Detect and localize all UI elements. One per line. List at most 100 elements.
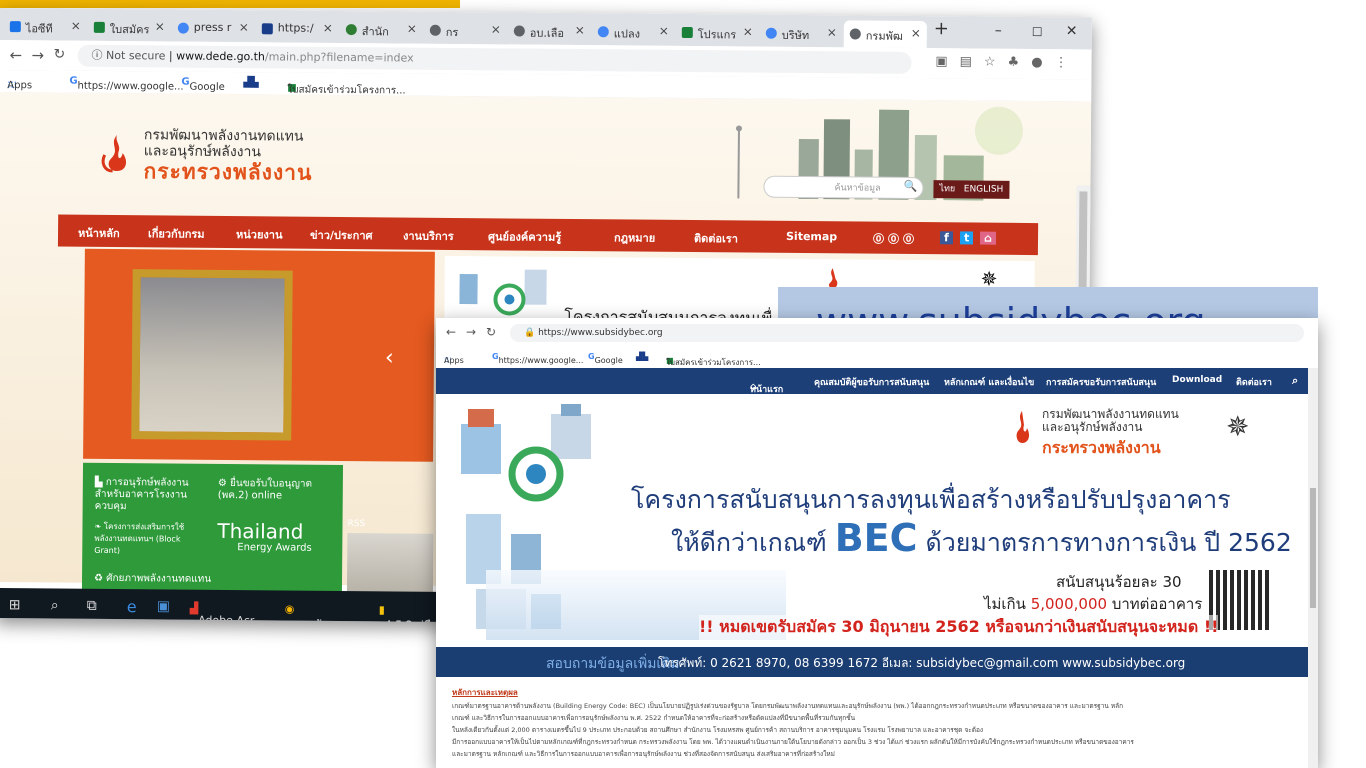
browser-tab[interactable]: กร ×	[424, 17, 507, 45]
lang-english[interactable]: ENGLISH	[964, 184, 1004, 194]
close-icon[interactable]: ×	[827, 25, 837, 39]
font-size-buttons[interactable]: ⓪⓪⓪	[873, 231, 918, 247]
browser-tab[interactable]: press r ×	[172, 15, 255, 43]
taskbar-chrome[interactable]: ◉ กรมพัฒนาพ...	[285, 603, 363, 628]
task-view-icon[interactable]: ⧉	[87, 598, 97, 614]
nav-agencies[interactable]: หน่วยงาน	[236, 225, 283, 243]
forward-arrow-icon[interactable]: →	[466, 325, 476, 339]
nav-sitemap[interactable]: Sitemap	[786, 230, 837, 243]
browser-tab[interactable]: สำนัก ×	[340, 16, 423, 44]
close-icon[interactable]: ×	[155, 19, 165, 33]
reload-icon[interactable]: ↻	[54, 46, 66, 62]
tile-renewable-potential[interactable]: ♻ ศักยภาพพลังงานทดแทน	[94, 573, 214, 586]
taskbar-acrobat[interactable]: ▟ Adobe Acr...	[190, 602, 264, 628]
carousel-prev-icon[interactable]: ‹	[385, 345, 394, 370]
close-icon[interactable]: ×	[575, 23, 585, 37]
lock-icon: 🔒	[524, 328, 536, 338]
back-arrow-icon[interactable]: ←	[10, 46, 23, 64]
nav-about[interactable]: เกี่ยวกับกรม	[148, 224, 205, 242]
bookmark-item[interactable]: G Google	[588, 352, 623, 365]
close-icon[interactable]: ×	[323, 21, 333, 35]
bookmark-label: Google	[594, 356, 623, 365]
windows-start-icon[interactable]: ⊞	[9, 597, 21, 613]
paragraph-line: และมาตรฐาน หลักเกณฑ์ และวิธีการในการออกแ…	[452, 750, 835, 758]
url-bar[interactable]: 🔒 https://www.subsidybec.org	[510, 324, 1304, 342]
nav-qualifications[interactable]: คุณสมบัติผู้ขอรับการสนับสนุน	[814, 375, 929, 389]
nav-download[interactable]: Download	[1172, 375, 1222, 385]
bookmark-item[interactable]: G https://www.google...	[492, 352, 583, 365]
tile-license-online[interactable]: ⚙ ยื่นขอรับใบอนุญาต (พค.2) online	[218, 478, 338, 503]
forward-arrow-icon[interactable]: →	[32, 46, 45, 64]
bookmark-label: Google	[189, 81, 225, 93]
top-accent-strip	[0, 0, 460, 8]
browser-tab[interactable]: ใบสมัคร ×	[88, 14, 171, 42]
nav-news[interactable]: ข่าว/ประกาศ	[310, 226, 373, 245]
nav-services[interactable]: งานบริการ	[403, 227, 454, 245]
max-suffix: บาทต่ออาคาร	[1111, 595, 1203, 613]
extension-icons[interactable]: ▣▤☆♣●⋮	[935, 54, 1079, 70]
front-browser-window: ← → ↻ 🔒 https://www.subsidybec.org ⁝⁝⁝ A…	[436, 318, 1318, 768]
browser-tab[interactable]: แปลง ×	[592, 18, 675, 46]
twitter-icon[interactable]: t	[959, 231, 974, 245]
tile-energy-conservation[interactable]: ▙ การอนุรักษ์พลังงาน สำหรับอาคารโรงงานคว…	[95, 477, 205, 514]
maximize-button[interactable]: ☐	[1032, 25, 1043, 39]
close-icon[interactable]: ×	[71, 19, 81, 33]
page-scrollbar[interactable]	[1308, 368, 1318, 768]
close-icon[interactable]: ×	[239, 20, 249, 34]
browser-tab[interactable]: https:/ ×	[256, 15, 339, 43]
bookmark-item[interactable]: G https://www.google...	[69, 76, 183, 93]
close-icon[interactable]: ×	[407, 22, 417, 36]
browser-tab-active[interactable]: กรมพัฒ ×	[843, 20, 927, 49]
taskbar-word[interactable]: ▮ 4.5.2 คู่มื	[379, 603, 431, 627]
url-bar[interactable]: ⓘ Not secure | www.dede.go.th/main.php?f…	[77, 44, 912, 74]
search-icon[interactable]: ⌕	[51, 597, 59, 613]
scrollbar-thumb[interactable]	[1310, 488, 1316, 608]
store-icon[interactable]: ▣	[157, 598, 170, 614]
site-search-input[interactable]: ค้นหาข้อมูล	[763, 175, 924, 200]
new-tab-button[interactable]: +	[934, 18, 949, 39]
edge-icon[interactable]: e	[127, 597, 137, 616]
nav-criteria[interactable]: หลักเกณฑ์ และเงื่อนไข	[944, 375, 1034, 389]
bookmark-logo-icon[interactable]: ▟▙	[243, 77, 258, 88]
tab-label: กรมพัฒ	[865, 29, 903, 43]
url-path: /main.php?filename=index	[264, 50, 414, 65]
browser-tab[interactable]: โปรแกร ×	[676, 19, 759, 47]
info-icon[interactable]: ⓘ	[92, 49, 103, 62]
tile-thailand-energy-awards[interactable]: Thailand Energy Awards	[217, 519, 342, 555]
search-icon[interactable]: ⌕	[1292, 374, 1298, 388]
recycle-icon: ♻	[93, 572, 107, 584]
nav-contact[interactable]: ติดต่อเรา	[694, 229, 738, 247]
lang-thai[interactable]: ไทย	[939, 184, 955, 194]
rss-label[interactable]: RSS	[347, 519, 365, 529]
close-icon[interactable]: ×	[743, 24, 753, 38]
close-window-button[interactable]: ✕	[1066, 23, 1078, 39]
minimize-button[interactable]: –	[995, 23, 1002, 39]
tile-label: การอนุรักษ์พลังงาน สำหรับอาคารโรงงานควบค…	[94, 476, 189, 513]
support-max-amount: ไม่เกิน 5,000,000 บาทต่ออาคาร	[984, 592, 1202, 616]
tile-block-grant[interactable]: ❧ โครงการส่งเสริมการใช้พลังงานทดแทนฯ (Bl…	[94, 521, 204, 558]
search-icon[interactable]: 🔍	[903, 180, 917, 193]
browser-tab[interactable]: ไอซีที ×	[4, 13, 87, 41]
back-arrow-icon[interactable]: ←	[446, 325, 456, 339]
tab-label: แปลง	[613, 27, 641, 41]
reload-icon[interactable]: ↻	[486, 325, 496, 339]
lock-icon[interactable]: ⌂	[979, 231, 996, 245]
globe-icon	[849, 28, 861, 40]
close-icon[interactable]: ×	[911, 26, 921, 40]
facebook-icon[interactable]: f	[939, 231, 953, 245]
close-icon[interactable]: ×	[491, 22, 501, 36]
bookmark-item[interactable]: G Google	[181, 77, 225, 93]
browser-tab[interactable]: อบ.เลือ ×	[508, 17, 591, 45]
close-icon[interactable]: ×	[659, 24, 669, 38]
support-percentage: สนับสนุนร้อยละ 30	[1056, 573, 1182, 591]
bookmark-logo-icon[interactable]: ▟▙	[636, 352, 648, 361]
tab-label: สำนัก	[361, 25, 389, 39]
language-switcher[interactable]: ไทย ENGLISH	[933, 180, 1010, 199]
browser-tab[interactable]: บริษัท ×	[760, 20, 843, 48]
nav-knowledge[interactable]: ศูนย์องค์ความรู้	[488, 227, 561, 246]
factory-icon: ▙	[94, 476, 106, 488]
nav-application[interactable]: การสมัครขอรับการสนับสนุน	[1046, 375, 1156, 389]
nav-home[interactable]: หน้าหลัก	[78, 224, 120, 242]
nav-law[interactable]: กฎหมาย	[614, 228, 655, 246]
nav-contact[interactable]: ติดต่อเรา	[1236, 375, 1272, 389]
